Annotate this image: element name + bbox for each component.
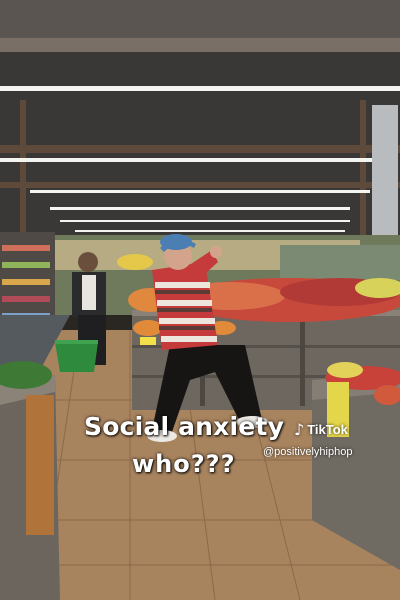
- bananas: [117, 254, 153, 270]
- tiktok-handle: @positivelyhiphop: [263, 446, 353, 458]
- green-basket: [55, 340, 98, 372]
- caption-line-1: Social anxiety: [84, 412, 285, 441]
- left-crate: [0, 361, 60, 600]
- grocery-store-scene: [0, 0, 400, 600]
- tiktok-note-icon: ♪: [294, 420, 305, 439]
- tiktok-watermark: ♪ TikTok: [294, 420, 348, 439]
- caption-line-2: who???: [132, 450, 236, 478]
- tiktok-brand: TikTok: [307, 422, 348, 437]
- video-frame: Social anxiety who??? ♪ TikTok @positive…: [0, 0, 400, 600]
